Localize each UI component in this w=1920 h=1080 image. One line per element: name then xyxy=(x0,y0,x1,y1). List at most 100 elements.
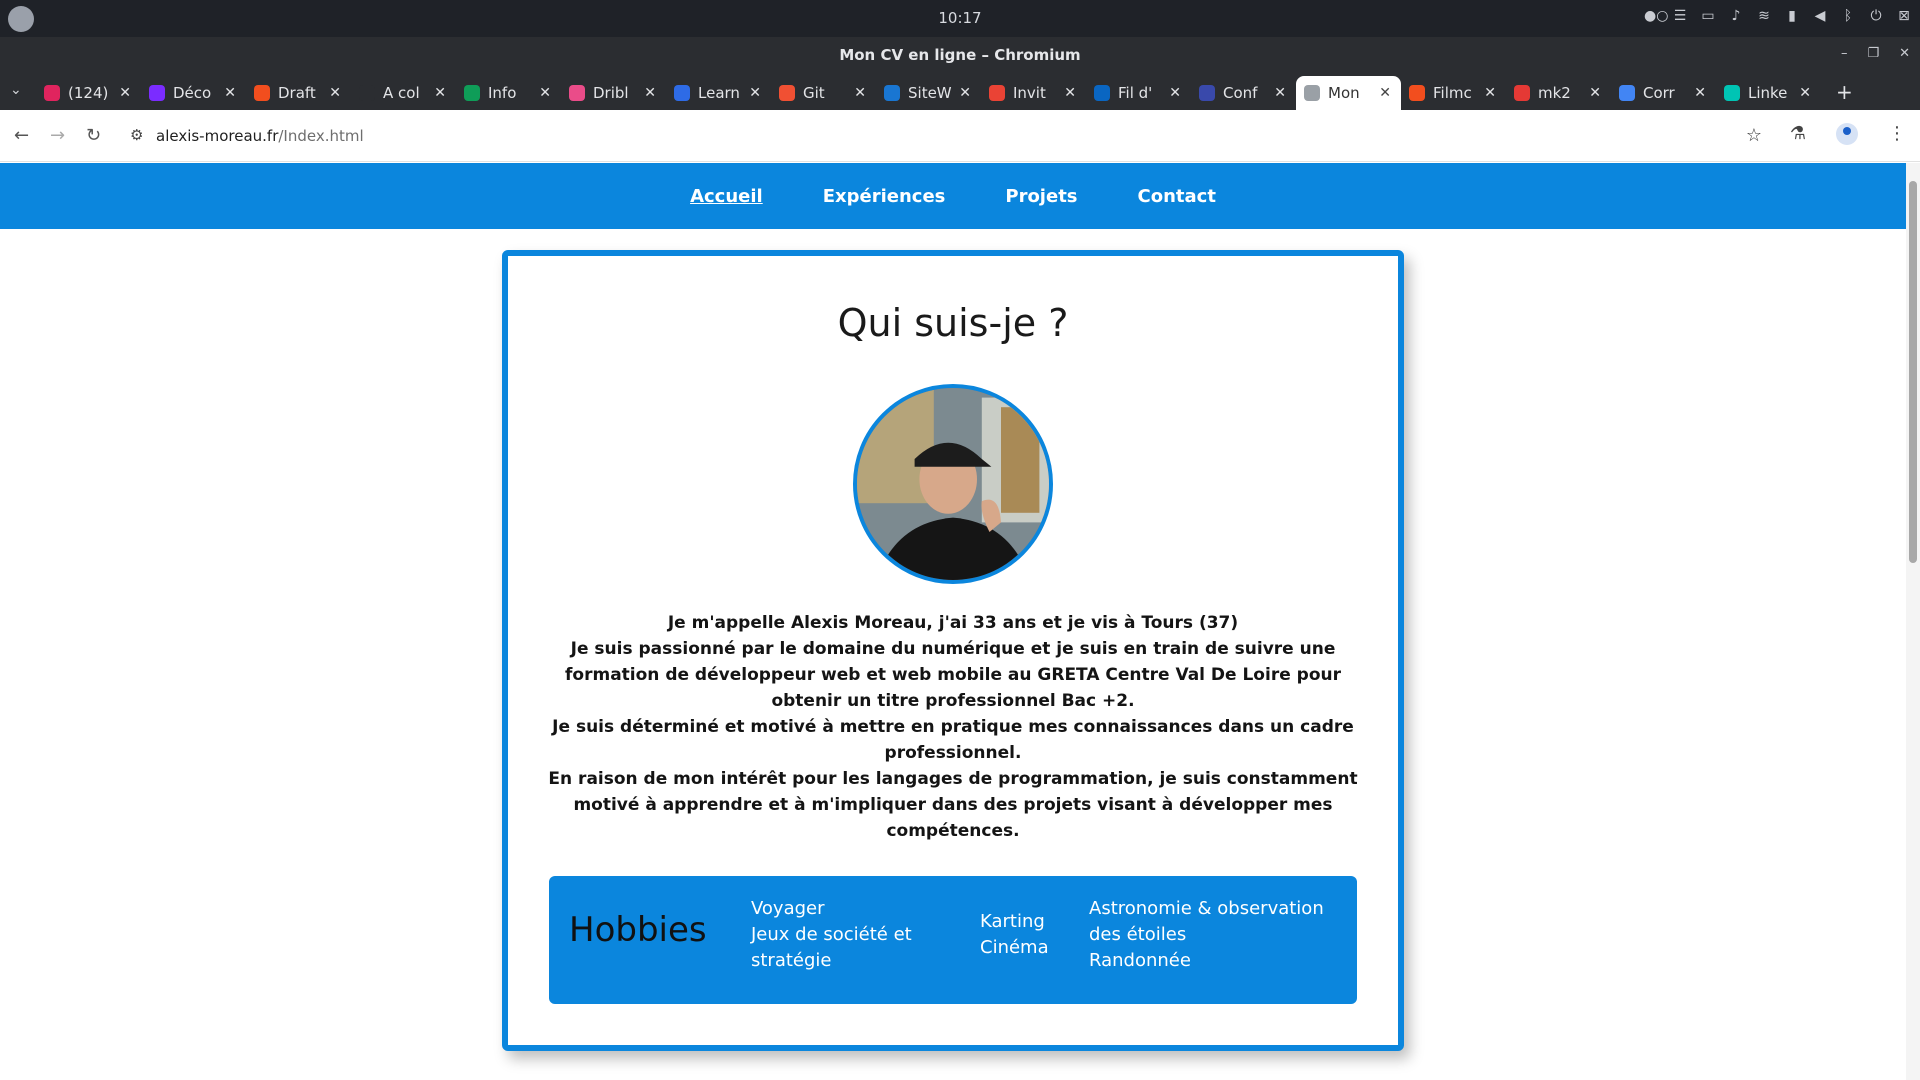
close-icon[interactable]: ✕ xyxy=(1899,46,1910,61)
hobby-item: Jeux de société et stratégie xyxy=(751,924,912,971)
tab-label: Dribl xyxy=(593,84,629,102)
hobby-item: Cinéma xyxy=(980,937,1049,958)
wifi-icon[interactable]: ≋ xyxy=(1756,8,1772,24)
reload-icon[interactable]: ↻ xyxy=(86,125,101,146)
browser-tab[interactable]: Dribl ✕ xyxy=(561,76,666,110)
tab-label: Corr xyxy=(1643,84,1675,102)
new-tab-button[interactable]: + xyxy=(1836,80,1853,104)
tab-favicon-icon xyxy=(674,85,690,101)
battery-icon[interactable]: ▮ xyxy=(1784,8,1800,24)
browser-tab[interactable]: Git ✕ xyxy=(771,76,876,110)
hobby-item: Voyager xyxy=(751,898,825,919)
tab-close-icon[interactable]: ✕ xyxy=(644,85,656,101)
nav-link-accueil[interactable]: Accueil xyxy=(690,186,763,207)
page-scrollbar[interactable] xyxy=(1906,163,1920,1080)
tab-close-icon[interactable]: ✕ xyxy=(1484,85,1496,101)
tab-label: Déco xyxy=(173,84,212,102)
tab-favicon-icon xyxy=(149,85,165,101)
tab-close-icon[interactable]: ✕ xyxy=(329,85,341,101)
tab-favicon-icon xyxy=(1094,85,1110,101)
kebab-menu-icon[interactable]: ⋮ xyxy=(1888,123,1906,145)
browser-tab[interactable]: Fil d' ✕ xyxy=(1086,76,1191,110)
browser-tab[interactable]: Linke ✕ xyxy=(1716,76,1821,110)
page-title: Qui suis-je ? xyxy=(837,301,1069,345)
about-card: Qui suis-je ? Je m'appelle Alexis Moreau… xyxy=(502,250,1404,1051)
power-icon[interactable]: ⏻ xyxy=(1868,8,1884,24)
browser-tab[interactable]: A col ✕ xyxy=(351,76,456,110)
tab-close-icon[interactable]: ✕ xyxy=(1589,85,1601,101)
tab-close-icon[interactable]: ✕ xyxy=(119,85,131,101)
profile-photo xyxy=(853,384,1053,584)
tab-close-icon[interactable]: ✕ xyxy=(434,85,446,101)
nav-link-projets[interactable]: Projets xyxy=(1005,186,1077,207)
tab-close-icon[interactable]: ✕ xyxy=(1169,85,1181,101)
profile-avatar-icon[interactable] xyxy=(1836,123,1858,145)
browser-toolbar: ← → ↻ ⚙ alexis-moreau.fr/Index.html ☆ ⚗ … xyxy=(0,110,1920,162)
tab-label: Mon xyxy=(1328,84,1360,102)
browser-tab[interactable]: mk2 ✕ xyxy=(1506,76,1611,110)
about-paragraph: En raison de mon intérêt pour les langag… xyxy=(548,769,1358,841)
tab-close-icon[interactable]: ✕ xyxy=(854,85,866,101)
tab-favicon-icon xyxy=(884,85,900,101)
hobbies-panel: Hobbies Voyager Jeux de société et strat… xyxy=(549,876,1357,1004)
tab-favicon-icon xyxy=(254,85,270,101)
browser-tab[interactable]: Filmc ✕ xyxy=(1401,76,1506,110)
tab-label: A col xyxy=(383,84,420,102)
browser-tab[interactable]: (124) ✕ xyxy=(36,76,141,110)
browser-tab[interactable]: Conf ✕ xyxy=(1191,76,1296,110)
close-session-icon[interactable]: ⊠ xyxy=(1896,8,1912,24)
tab-label: Draft xyxy=(278,84,316,102)
tab-close-icon[interactable]: ✕ xyxy=(1064,85,1076,101)
tab-close-icon[interactable]: ✕ xyxy=(1694,85,1706,101)
tab-favicon-icon xyxy=(569,85,585,101)
browser-tab[interactable]: Corr ✕ xyxy=(1611,76,1716,110)
tab-label: Git xyxy=(803,84,825,102)
forward-icon[interactable]: → xyxy=(50,125,65,146)
nav-link-experiences[interactable]: Expériences xyxy=(823,186,946,207)
tab-favicon-icon xyxy=(464,85,480,101)
browser-tab[interactable]: Draft ✕ xyxy=(246,76,351,110)
tab-label: Conf xyxy=(1223,84,1258,102)
site-settings-icon[interactable]: ⚙ xyxy=(130,126,143,144)
browser-tab[interactable]: SiteW ✕ xyxy=(876,76,981,110)
minimize-icon[interactable]: – xyxy=(1841,46,1848,61)
tab-label: Fil d' xyxy=(1118,84,1153,102)
hobbies-column: Astronomie & observation des étoiles Ran… xyxy=(1089,896,1339,974)
about-paragraph: Je suis déterminé et motivé à mettre en … xyxy=(552,717,1354,763)
labs-flask-icon[interactable]: ⚗ xyxy=(1790,123,1806,145)
folder-icon[interactable]: ▭ xyxy=(1700,8,1716,24)
bookmark-star-icon[interactable]: ☆ xyxy=(1746,125,1762,146)
browser-tab[interactable]: Déco ✕ xyxy=(141,76,246,110)
address-bar[interactable]: ⚙ alexis-moreau.fr/Index.html ☆ xyxy=(126,119,1766,153)
url-text: alexis-moreau.fr/Index.html xyxy=(156,127,364,145)
tab-close-icon[interactable]: ✕ xyxy=(224,85,236,101)
scrollbar-thumb[interactable] xyxy=(1909,181,1917,563)
tab-close-icon[interactable]: ✕ xyxy=(539,85,551,101)
browser-tab[interactable]: Invit ✕ xyxy=(981,76,1086,110)
tab-close-icon[interactable]: ✕ xyxy=(1379,85,1391,101)
tab-close-icon[interactable]: ✕ xyxy=(1799,85,1811,101)
tab-label: Linke xyxy=(1748,84,1788,102)
tab-search-chevron-icon[interactable]: ⌄ xyxy=(10,82,22,98)
bell-icon[interactable]: ♪ xyxy=(1728,8,1744,24)
window-title: Mon CV en ligne – Chromium xyxy=(839,46,1081,64)
browser-tab[interactable]: Mon ✕ xyxy=(1296,76,1401,110)
maximize-icon[interactable]: ❐ xyxy=(1867,46,1879,61)
workspace-indicator-icon[interactable]: ●○ xyxy=(1644,8,1668,24)
nav-link-contact[interactable]: Contact xyxy=(1138,186,1216,207)
volume-icon[interactable]: ◀ xyxy=(1812,8,1828,24)
tab-strip: ⌄ (124) ✕ Déco ✕ Draft ✕ A col ✕ Info ✕ Dribl ✕ Lear… xyxy=(0,74,1920,110)
tab-label: Invit xyxy=(1013,84,1046,102)
back-icon[interactable]: ← xyxy=(14,125,29,146)
hobbies-column: Voyager Jeux de société et stratégie xyxy=(751,896,951,974)
portrait-illustration xyxy=(857,388,1049,580)
os-top-bar: 10:17 ●○ ☰ ▭ ♪ ≋ ▮ ◀ ᛒ ⏻ ⊠ xyxy=(0,0,1920,37)
browser-tab[interactable]: Learn ✕ xyxy=(666,76,771,110)
menu-icon[interactable]: ☰ xyxy=(1672,8,1688,24)
tab-close-icon[interactable]: ✕ xyxy=(1274,85,1286,101)
bluetooth-icon[interactable]: ᛒ xyxy=(1840,8,1856,24)
tab-close-icon[interactable]: ✕ xyxy=(959,85,971,101)
tab-close-icon[interactable]: ✕ xyxy=(749,85,761,101)
tab-favicon-icon xyxy=(1619,85,1635,101)
browser-tab[interactable]: Info ✕ xyxy=(456,76,561,110)
